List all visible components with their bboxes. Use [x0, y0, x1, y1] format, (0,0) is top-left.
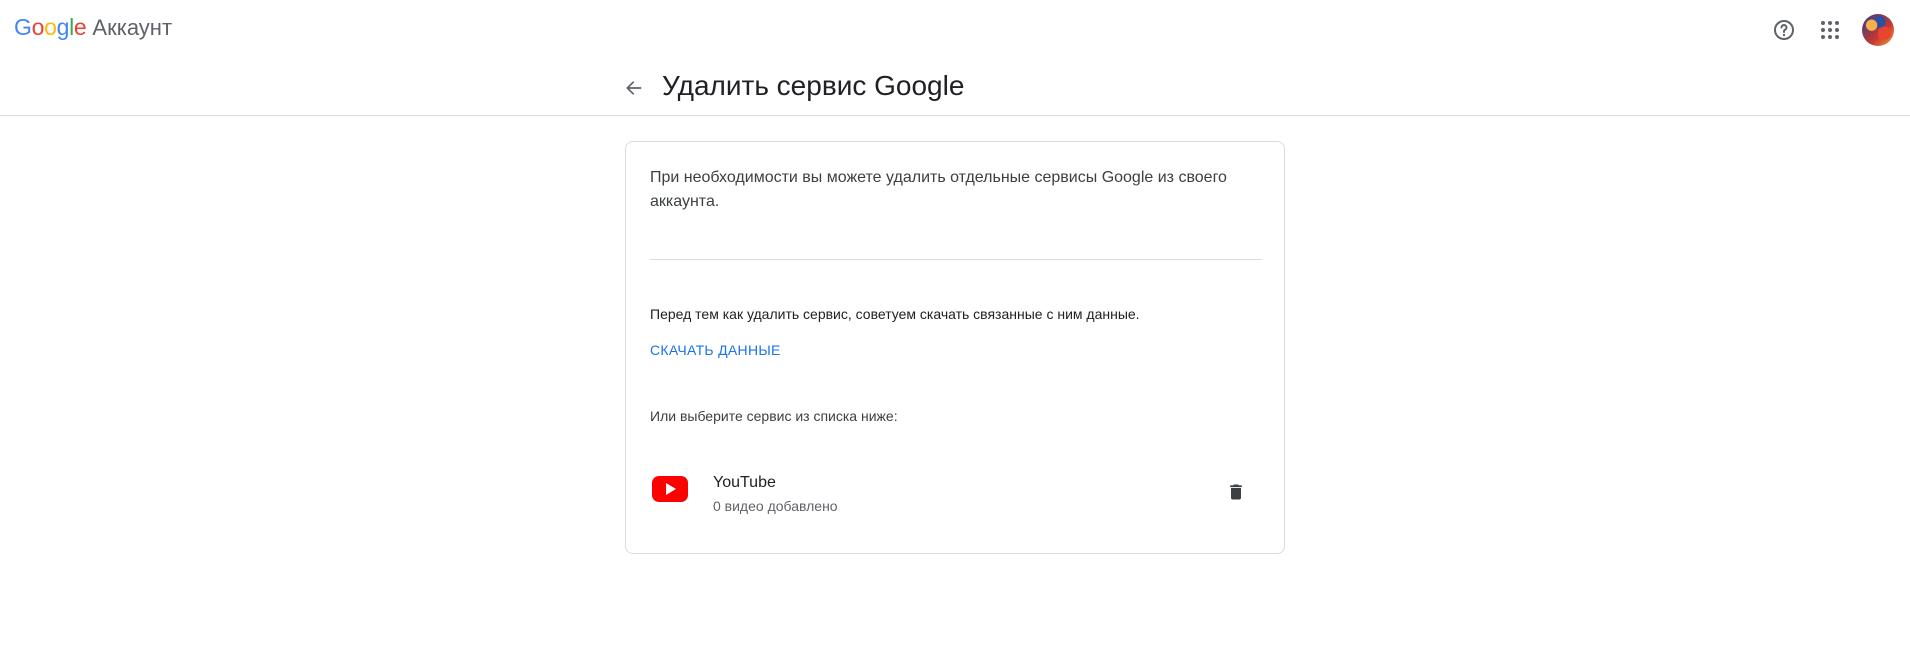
youtube-icon	[652, 476, 688, 502]
google-account-logo[interactable]: Google Аккаунт	[14, 14, 172, 41]
download-data-link[interactable]: СКАЧАТЬ ДАННЫЕ	[650, 342, 781, 358]
help-button[interactable]	[1764, 10, 1804, 50]
apps-button[interactable]	[1810, 10, 1850, 50]
logo-letter: G	[14, 14, 32, 40]
service-item-youtube[interactable]: YouTube 0 видео добавлено	[626, 460, 1284, 520]
back-arrow-icon	[626, 81, 642, 95]
delete-service-button[interactable]	[1220, 476, 1252, 508]
help-icon	[1774, 20, 1794, 40]
advice-text: Перед тем как удалить сервис, советуем с…	[650, 306, 1140, 322]
back-button[interactable]	[618, 72, 650, 104]
delete-service-card: При необходимости вы можете удалить отде…	[625, 141, 1285, 554]
google-logo: Google	[14, 14, 87, 41]
page-title: Удалить сервис Google	[662, 70, 965, 101]
logo-letter: e	[73, 14, 87, 40]
top-bar: Google Аккаунт	[0, 0, 1910, 60]
apps-grid-icon	[1821, 21, 1839, 39]
avatar[interactable]	[1862, 14, 1894, 46]
top-actions	[1764, 10, 1910, 50]
page-header: Удалить сервис Google	[0, 60, 1910, 116]
trash-icon	[1230, 484, 1242, 500]
logo-letter: g	[56, 14, 70, 40]
product-name: Аккаунт	[92, 15, 173, 40]
logo-letter: o	[44, 14, 57, 40]
service-subtitle: 0 видео добавлено	[713, 498, 838, 514]
service-name: YouTube	[713, 474, 776, 491]
divider	[650, 259, 1262, 260]
logo-letter: o	[31, 14, 45, 40]
choose-service-label: Или выберите сервис из списка ниже:	[650, 408, 898, 424]
intro-text: При необходимости вы можете удалить отде…	[650, 169, 1227, 210]
